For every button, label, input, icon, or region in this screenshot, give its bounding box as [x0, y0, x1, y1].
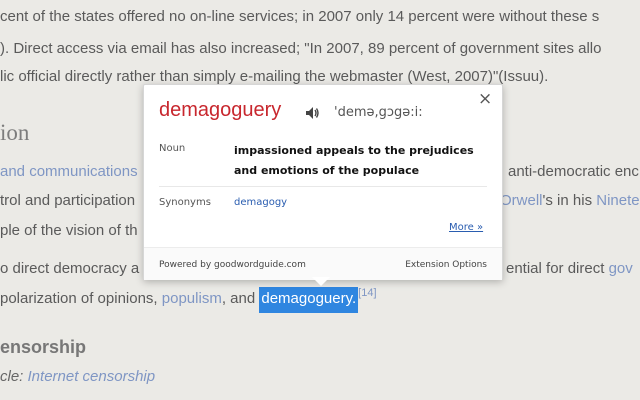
article-text-line: ple of the vision of th — [0, 222, 138, 239]
more-link[interactable]: More » — [449, 222, 483, 233]
article-text-line: cent of the states offered no on-line se… — [0, 8, 600, 25]
article-text-line: lic official directly rather than simply… — [0, 68, 549, 85]
article-text: , and — [221, 290, 256, 307]
article-text-line: polarization of opinions, populism, and … — [0, 287, 377, 313]
popup-phonetic: 'demə,gɔgə:i: — [334, 105, 423, 120]
article-link-populism[interactable]: populism — [162, 290, 222, 307]
article-text-line: trol and participation — [0, 192, 136, 209]
popup-divider — [159, 186, 487, 187]
article-text: polarization of opinions, — [0, 290, 158, 307]
popup-word: demagoguery — [159, 99, 282, 121]
article-link-nineteen[interactable]: Ninete — [596, 192, 639, 209]
citation-link[interactable]: [14] — [358, 287, 376, 299]
article-text-line: ential for direct gov — [506, 260, 633, 277]
speaker-icon[interactable] — [304, 105, 320, 121]
article-link-government[interactable]: gov — [609, 260, 633, 277]
definition-text: impassioned appeals to the prejudices an… — [234, 144, 474, 177]
main-article-link[interactable]: Internet censorship — [28, 368, 156, 385]
extension-options-link[interactable]: Extension Options — [405, 260, 487, 270]
section-subheading: ensorship — [0, 337, 87, 357]
article-text: ential for direct — [506, 260, 605, 277]
article-text-line: anti-democratic enc — [508, 163, 639, 180]
article-link[interactable]: and communications — [0, 163, 138, 180]
powered-by-text[interactable]: Powered by goodwordguide.com — [159, 260, 306, 270]
dictionary-popup: demagoguery 'demə,gɔgə:i: × Noun impassi… — [143, 84, 503, 280]
article-text: 's in his — [542, 192, 593, 209]
selected-word-highlight[interactable]: demagoguery. — [259, 287, 359, 313]
article-text-line: ). Direct access via email has also incr… — [0, 40, 602, 57]
article-link-orwell[interactable]: Orwell — [500, 192, 543, 209]
article-text-line: o direct democracy a — [0, 260, 140, 277]
popup-pointer-arrow — [312, 277, 330, 286]
main-article-prefix: cle: — [0, 368, 24, 385]
part-of-speech: Noun — [159, 143, 186, 154]
article-text-line: Orwell's in his Ninete — [500, 192, 640, 209]
section-heading: ion — [0, 120, 30, 145]
main-article-note: cle: Internet censorship — [0, 368, 155, 385]
close-icon[interactable]: × — [478, 91, 492, 108]
synonym-link[interactable]: demagogy — [234, 197, 287, 208]
synonyms-label: Synonyms — [159, 197, 211, 208]
popup-footer: Powered by goodwordguide.com Extension O… — [144, 247, 502, 280]
